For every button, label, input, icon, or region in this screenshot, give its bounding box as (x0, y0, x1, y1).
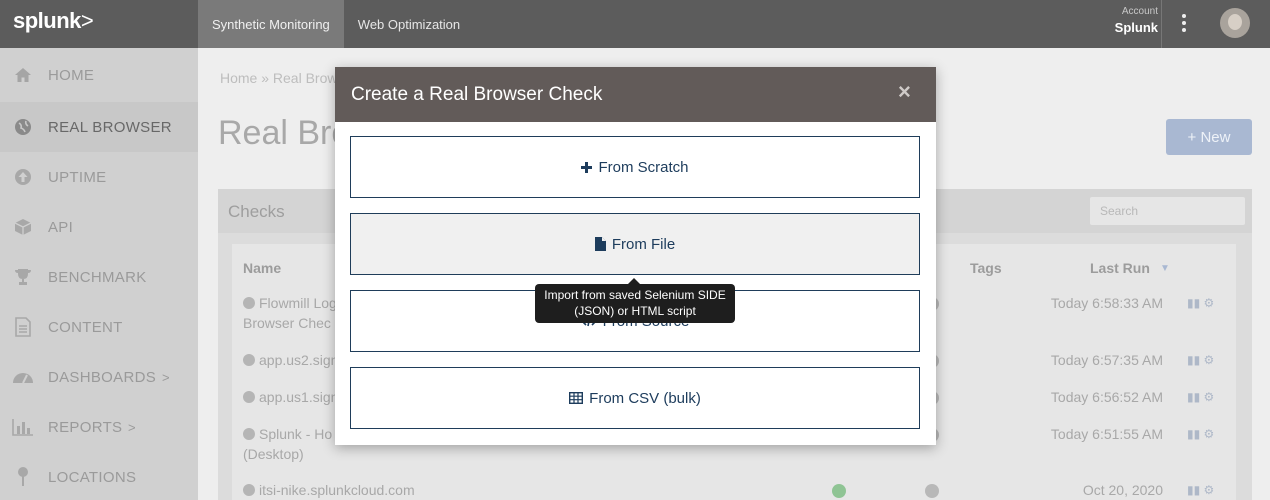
modal-title: Create a Real Browser Check (351, 84, 603, 105)
from-file-button[interactable]: From File (350, 213, 920, 275)
table-icon (569, 392, 584, 404)
plus-icon (581, 161, 593, 173)
option-label: From Scratch (598, 158, 689, 176)
tooltip-text-line2: (JSON) or HTML script (574, 304, 696, 318)
modal-header: Create a Real Browser Check × (335, 67, 936, 122)
tooltip-text-line1: Import from saved Selenium SIDE (544, 288, 726, 302)
from-file-tooltip: Import from saved Selenium SIDE (JSON) o… (535, 278, 735, 323)
from-csv-button[interactable]: From CSV (bulk) (350, 367, 920, 429)
create-check-modal: Create a Real Browser Check × From Scrat… (335, 67, 936, 445)
from-scratch-button[interactable]: From Scratch (350, 136, 920, 198)
option-label: From CSV (bulk) (589, 389, 701, 407)
file-icon (594, 237, 606, 251)
close-icon[interactable]: × (898, 79, 911, 105)
option-label: From File (611, 235, 676, 253)
